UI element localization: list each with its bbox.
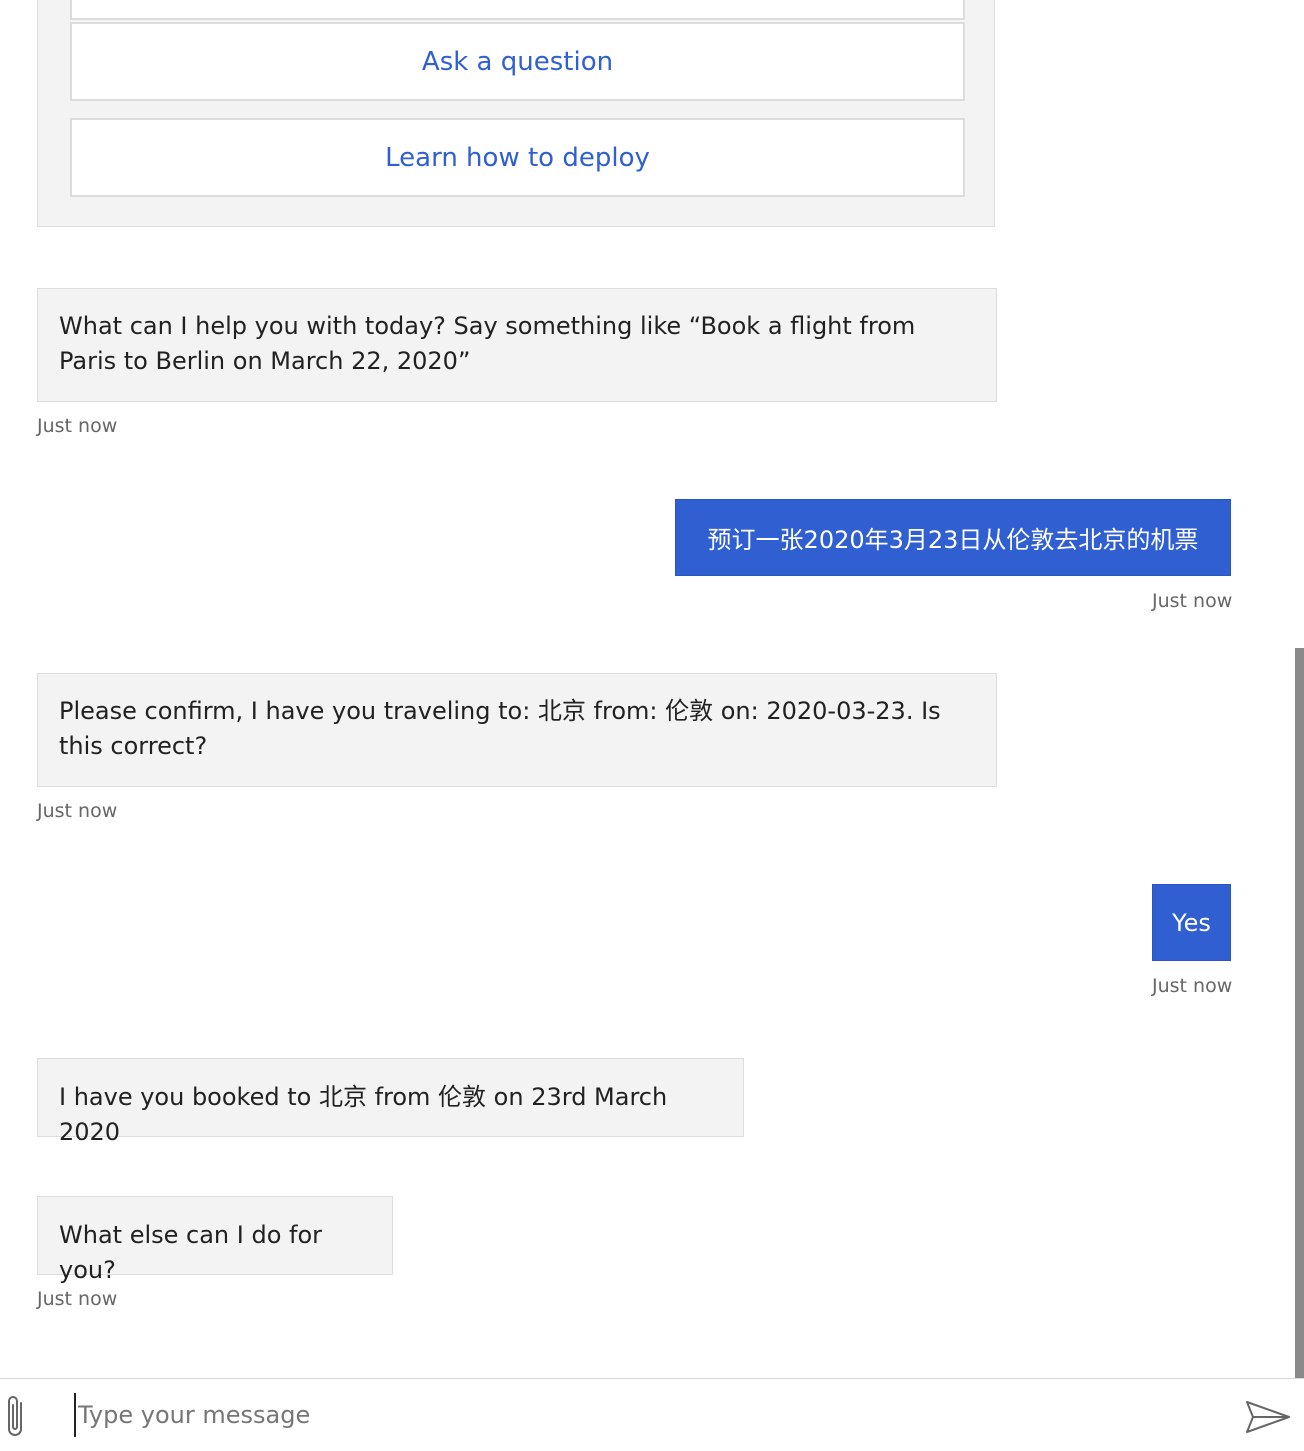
suggested-actions-card: Ask a question Learn how to deploy bbox=[37, 0, 995, 227]
message-input[interactable] bbox=[74, 1393, 1218, 1437]
timestamp: Just now bbox=[37, 800, 118, 822]
timestamp: Just now bbox=[1152, 975, 1233, 997]
user-message-yes: Yes bbox=[1152, 884, 1231, 961]
learn-deploy-button[interactable]: Learn how to deploy bbox=[70, 118, 965, 197]
bot-message-booked: I have you booked to 北京 from 伦敦 on 23rd … bbox=[37, 1058, 744, 1146]
bot-message-greeting: What can I help you with today? Say some… bbox=[37, 288, 997, 402]
timestamp: Just now bbox=[1152, 590, 1233, 612]
send-icon[interactable] bbox=[1244, 1399, 1292, 1435]
ask-question-button[interactable]: Ask a question bbox=[70, 22, 965, 101]
send-box bbox=[0, 1378, 1304, 1451]
card-button-hidden[interactable] bbox=[70, 0, 965, 20]
transcript-scrollbar[interactable] bbox=[1295, 648, 1304, 1378]
timestamp: Just now bbox=[37, 415, 118, 437]
user-message-request: 预订一张2020年3月23日从伦敦去北京的机票 bbox=[675, 499, 1231, 576]
bot-message-else: What else can I do for you? bbox=[37, 1196, 393, 1284]
timestamp: Just now bbox=[37, 1288, 118, 1310]
paperclip-icon[interactable] bbox=[2, 1393, 30, 1441]
chat-transcript: Ask a question Learn how to deploy What … bbox=[0, 0, 1304, 1378]
bot-message-confirm: Please confirm, I have you traveling to:… bbox=[37, 673, 997, 787]
